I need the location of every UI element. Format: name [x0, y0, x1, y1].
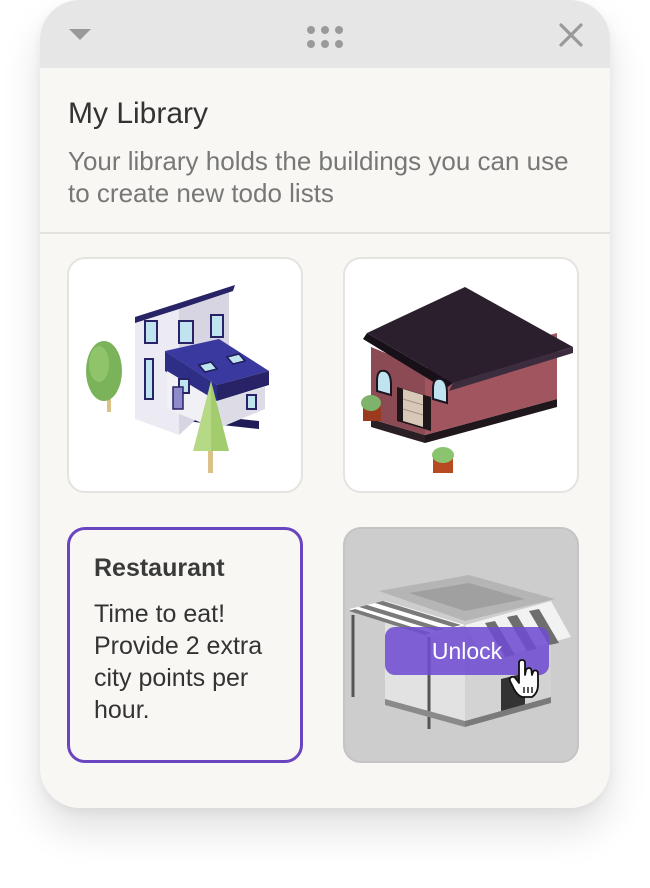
card-title: Restaurant: [94, 554, 225, 582]
caret-down-icon: [69, 29, 91, 40]
building-card-cottage[interactable]: [343, 257, 579, 493]
close-icon: [559, 23, 583, 47]
window-titlebar: [40, 0, 610, 68]
building-card-restaurant-locked[interactable]: Unlock: [343, 527, 579, 763]
divider: [40, 232, 610, 234]
building-card-townhouse[interactable]: [67, 257, 303, 493]
close-button[interactable]: [556, 20, 586, 50]
collapse-button[interactable]: [66, 24, 94, 46]
hand-pointer-icon: [508, 659, 539, 698]
drag-dots-icon: [307, 26, 343, 48]
drag-handle[interactable]: [304, 22, 346, 52]
library-title: My Library: [68, 97, 209, 130]
library-subtitle: Your library holds the buildings you can…: [68, 146, 569, 208]
library-panel: My Library Your library holds the buildi…: [40, 0, 610, 808]
building-card-restaurant-info[interactable]: Restaurant Time to eat! Provide 2 extra …: [67, 527, 303, 763]
card-description: Time to eat! Provide 2 extra city points…: [94, 600, 263, 724]
townhouse-illustration: [86, 285, 269, 473]
cottage-illustration: [361, 287, 573, 473]
